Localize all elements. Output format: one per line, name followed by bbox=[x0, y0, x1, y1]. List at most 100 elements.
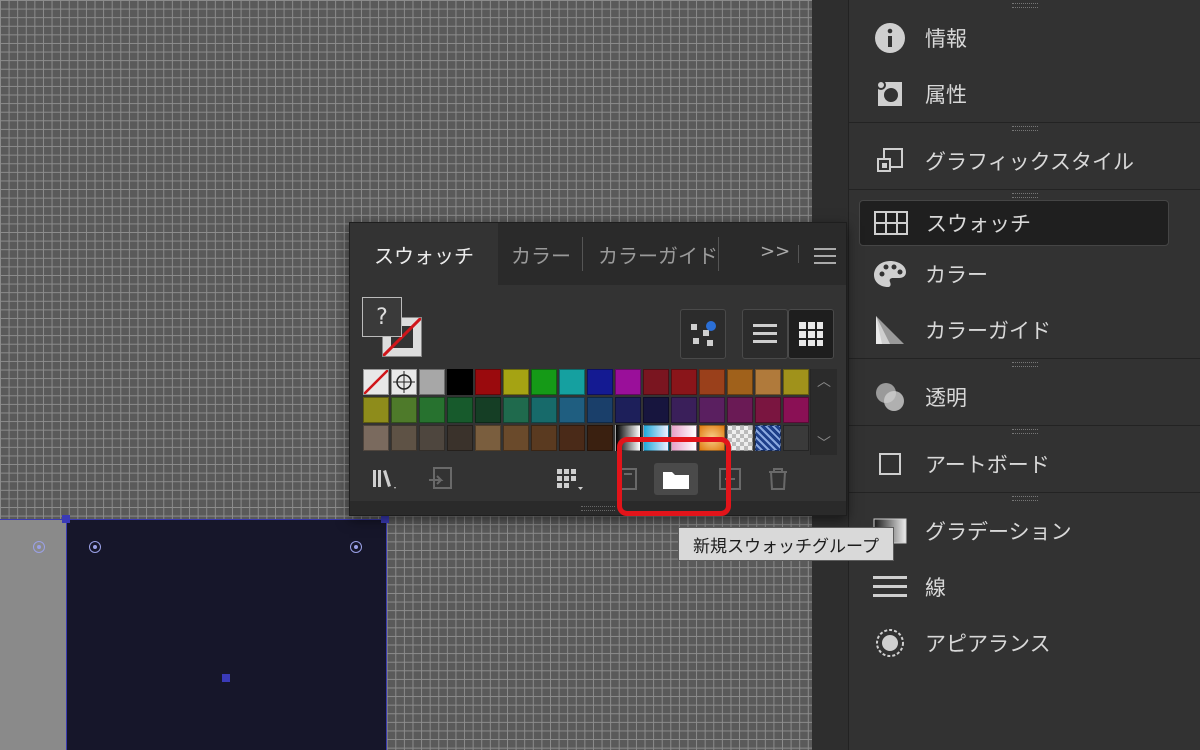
tab-color-guide[interactable]: カラーガイド bbox=[586, 223, 718, 285]
swatch[interactable] bbox=[531, 369, 557, 395]
place-swatch-button[interactable] bbox=[424, 463, 456, 495]
swatch[interactable] bbox=[783, 425, 809, 451]
swatch-pattern[interactable] bbox=[755, 425, 781, 451]
swatch[interactable] bbox=[419, 369, 445, 395]
panel-resize-grip[interactable] bbox=[350, 501, 846, 515]
swatch[interactable] bbox=[419, 425, 445, 451]
swatch[interactable] bbox=[503, 397, 529, 423]
thumbnail-view-button[interactable] bbox=[788, 309, 834, 359]
tooltip-text: 新規スウォッチグループ bbox=[693, 536, 879, 557]
corner-widget[interactable] bbox=[33, 541, 45, 553]
gray-rectangle[interactable] bbox=[0, 519, 66, 750]
dock-item-color-guide[interactable]: カラーガイド bbox=[849, 302, 1200, 358]
swatch-scrollbar[interactable]: ︿ ﹀ bbox=[810, 369, 837, 455]
dock-item-color[interactable]: カラー bbox=[849, 246, 1200, 302]
swatches-panel: スウォッチ カラー カラーガイド >> ? ︿ ﹀ bbox=[349, 222, 847, 516]
more-tabs-button[interactable]: >> bbox=[760, 241, 790, 262]
swatch[interactable] bbox=[391, 397, 417, 423]
dock-group-appearance: グラデーション 線 アピアランス bbox=[849, 493, 1200, 671]
swatch[interactable] bbox=[559, 397, 585, 423]
swatch[interactable] bbox=[587, 425, 613, 451]
dock-item-gradient[interactable]: グラデーション bbox=[849, 503, 1200, 559]
fill-stroke-indicator[interactable]: ? bbox=[362, 295, 426, 359]
swatch[interactable] bbox=[671, 369, 697, 395]
corner-widget[interactable] bbox=[89, 541, 101, 553]
swatch[interactable] bbox=[615, 369, 641, 395]
swatch-libraries-button[interactable] bbox=[370, 463, 402, 495]
swatch[interactable] bbox=[643, 369, 669, 395]
panel-menu-icon[interactable] bbox=[814, 248, 836, 269]
group-grip[interactable] bbox=[849, 426, 1200, 436]
dock-item-graphic-styles[interactable]: グラフィックスタイル bbox=[849, 133, 1200, 189]
group-grip[interactable] bbox=[849, 359, 1200, 369]
swatch[interactable] bbox=[475, 425, 501, 451]
show-swatch-kinds-button[interactable] bbox=[680, 309, 726, 359]
dock-item-label: カラー bbox=[925, 263, 988, 287]
dock-item-label: 線 bbox=[925, 576, 946, 600]
dock-item-appearance[interactable]: アピアランス bbox=[849, 615, 1200, 671]
dock-item-stroke[interactable]: 線 bbox=[849, 559, 1200, 615]
show-swatch-kinds-menu-button[interactable] bbox=[554, 463, 586, 495]
tab-label: スウォッチ bbox=[374, 243, 474, 268]
delete-swatch-button[interactable] bbox=[762, 463, 794, 495]
swatch[interactable] bbox=[727, 369, 753, 395]
swatch[interactable] bbox=[363, 425, 389, 451]
swatch[interactable] bbox=[419, 397, 445, 423]
corner-widget[interactable] bbox=[350, 541, 362, 553]
swatch[interactable] bbox=[671, 397, 697, 423]
dock-item-attributes[interactable]: 属性 bbox=[849, 66, 1200, 122]
swatch[interactable] bbox=[503, 369, 529, 395]
tooltip: 新規スウォッチグループ bbox=[678, 527, 894, 561]
anchor-point[interactable] bbox=[381, 515, 389, 523]
swatch[interactable] bbox=[699, 369, 725, 395]
swatch[interactable] bbox=[447, 369, 473, 395]
swatch[interactable] bbox=[615, 397, 641, 423]
color-guide-icon bbox=[873, 313, 907, 347]
fill-unknown-swatch[interactable]: ? bbox=[362, 297, 402, 337]
list-view-button[interactable] bbox=[742, 309, 788, 359]
dock-item-label: スウォッチ bbox=[926, 212, 1031, 236]
swatch[interactable] bbox=[559, 425, 585, 451]
anchor-point[interactable] bbox=[62, 515, 70, 523]
swatch[interactable] bbox=[755, 369, 781, 395]
swatch[interactable] bbox=[755, 397, 781, 423]
swatch[interactable] bbox=[475, 397, 501, 423]
swatch[interactable] bbox=[559, 369, 585, 395]
group-grip[interactable] bbox=[849, 493, 1200, 503]
group-grip[interactable] bbox=[849, 0, 1200, 10]
swatch[interactable] bbox=[727, 397, 753, 423]
swatch[interactable] bbox=[587, 369, 613, 395]
scroll-down-icon[interactable]: ﹀ bbox=[811, 433, 837, 453]
dock-item-swatches[interactable]: スウォッチ bbox=[859, 200, 1169, 246]
swatch-registration[interactable] bbox=[391, 369, 417, 395]
swatch[interactable] bbox=[391, 425, 417, 451]
tab-swatches[interactable]: スウォッチ bbox=[350, 223, 498, 285]
group-grip[interactable] bbox=[849, 190, 1200, 200]
swatch[interactable] bbox=[447, 425, 473, 451]
dock-item-transparency[interactable]: 透明 bbox=[849, 369, 1200, 425]
center-point bbox=[222, 674, 230, 682]
swatch[interactable] bbox=[531, 425, 557, 451]
swatch[interactable] bbox=[643, 397, 669, 423]
tab-color[interactable]: カラー bbox=[500, 223, 582, 285]
swatch[interactable] bbox=[587, 397, 613, 423]
scroll-up-icon[interactable]: ︿ bbox=[811, 371, 837, 391]
swatch[interactable] bbox=[475, 369, 501, 395]
swatch-none[interactable] bbox=[363, 369, 389, 395]
right-dock: 情報 属性 グラフィックスタイル スウォッチ カラー カラーガイド 透明 アート… bbox=[848, 0, 1200, 750]
swatch[interactable] bbox=[531, 397, 557, 423]
swatch[interactable] bbox=[783, 369, 809, 395]
dock-item-label: アピアランス bbox=[925, 632, 1051, 656]
swatch[interactable] bbox=[363, 397, 389, 423]
group-grip[interactable] bbox=[849, 123, 1200, 133]
dock-group-graphic-styles: グラフィックスタイル bbox=[849, 123, 1200, 190]
swatch[interactable] bbox=[783, 397, 809, 423]
swatch[interactable] bbox=[447, 397, 473, 423]
dock-item-artboard[interactable]: アートボード bbox=[849, 436, 1200, 492]
swatch[interactable] bbox=[503, 425, 529, 451]
dock-group-artboard: アートボード bbox=[849, 426, 1200, 493]
tab-label: カラー bbox=[511, 243, 571, 268]
selected-rectangle[interactable] bbox=[66, 519, 387, 750]
dock-item-info[interactable]: 情報 bbox=[849, 10, 1200, 66]
swatch[interactable] bbox=[699, 397, 725, 423]
